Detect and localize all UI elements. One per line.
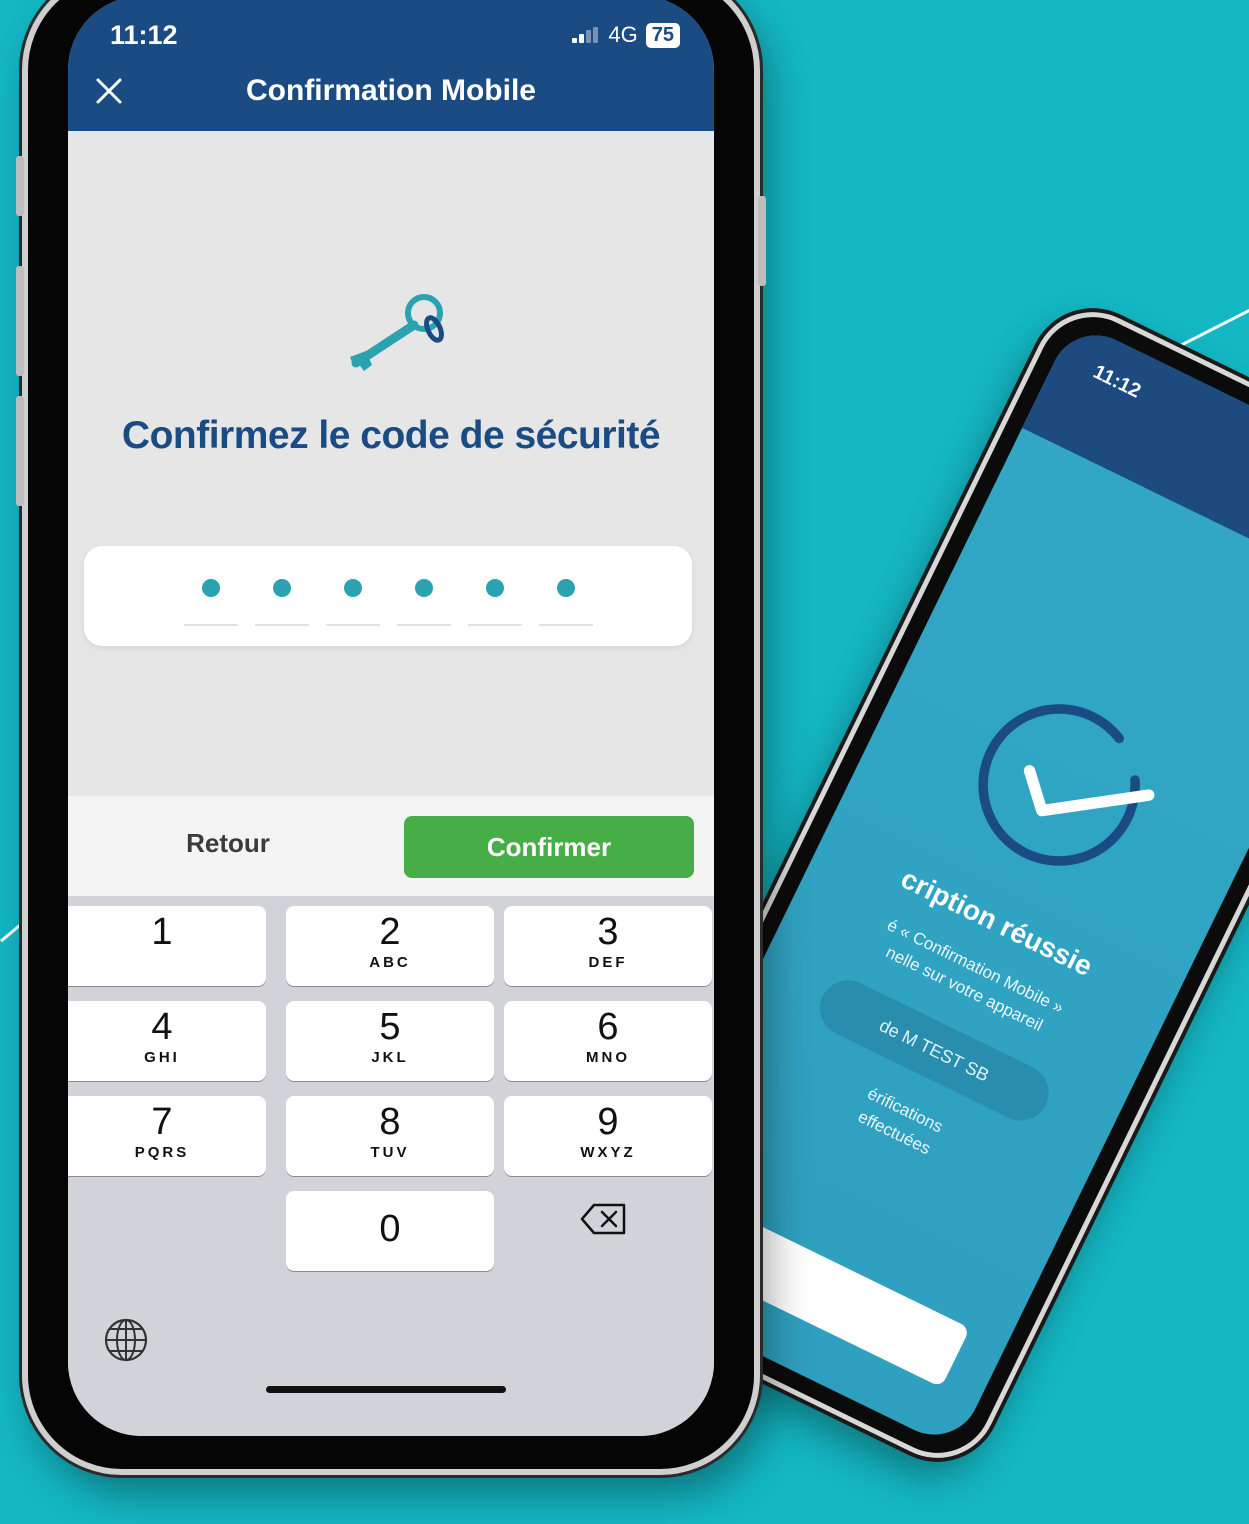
key-7-letters: PQRS <box>134 1144 190 1161</box>
checkmark-circle-icon <box>978 704 1155 866</box>
front-phone: 11:12 4G 75 Confirmation Mobile Confirme… <box>16 0 766 1475</box>
phone-screen: 11:12 4G 75 Confirmation Mobile Confirme… <box>68 0 714 1436</box>
key-4-letters: GHI <box>144 1049 180 1066</box>
key-1[interactable]: 1 <box>68 906 266 986</box>
key-icon <box>350 294 444 371</box>
key-2[interactable]: 2 ABC <box>286 906 494 986</box>
key-0-number: 0 <box>379 1208 401 1250</box>
phone-side-button-2 <box>16 266 24 376</box>
key-3-number: 3 <box>597 911 619 953</box>
battery-badge: 75 <box>645 22 680 48</box>
backspace-icon[interactable] <box>580 1201 628 1237</box>
action-bar: Retour Confirmer <box>68 796 714 896</box>
code-digit-1 <box>184 546 238 646</box>
security-code-field[interactable] <box>84 546 692 646</box>
status-indicators: 4G 75 <box>572 22 680 48</box>
key-9-number: 9 <box>597 1101 619 1143</box>
code-digit-3 <box>326 546 380 646</box>
confirm-button[interactable]: Confirmer <box>404 816 694 878</box>
phone-side-button-1 <box>16 156 24 216</box>
phone-side-button-3 <box>16 396 24 506</box>
numeric-keypad: 1 2 ABC 3 DEF 4 GHI 5 JKL 6 MNO 7 PQRS 8 TUV 9W… <box>68 896 714 1436</box>
globe-icon[interactable] <box>102 1316 150 1364</box>
key-1-number: 1 <box>151 911 173 953</box>
key-5-number: 5 <box>379 1006 401 1048</box>
key-5[interactable]: 5 JKL <box>286 1001 494 1081</box>
key-7-number: 7 <box>151 1101 173 1143</box>
key-8-number: 8 <box>379 1101 401 1143</box>
signal-icon <box>572 27 600 43</box>
code-digit-2 <box>255 546 309 646</box>
key-2-letters: ABC <box>369 954 411 971</box>
key-6-letters: MNO <box>586 1049 630 1066</box>
phone-power-button <box>758 196 766 286</box>
key-6-number: 6 <box>597 1006 619 1048</box>
key-0[interactable]: 0 <box>286 1191 494 1271</box>
back-phone-header <box>1022 319 1249 598</box>
key-7[interactable]: 7 PQRS <box>68 1096 266 1176</box>
code-digit-4 <box>397 546 451 646</box>
app-header: 11:12 4G 75 Confirmation Mobile <box>68 0 714 131</box>
page-title: Confirmez le code de sécurité <box>121 414 661 457</box>
key-8[interactable]: 8 TUV <box>286 1096 494 1176</box>
key-2-number: 2 <box>379 911 401 953</box>
key-6[interactable]: 6 MNO <box>504 1001 712 1081</box>
header-title: Confirmation Mobile <box>246 74 536 107</box>
home-indicator <box>266 1386 506 1393</box>
code-digit-6 <box>539 546 593 646</box>
key-4[interactable]: 4 GHI <box>68 1001 266 1081</box>
network-label: 4G <box>608 22 638 47</box>
status-time: 11:12 <box>110 20 178 50</box>
back-button[interactable]: Retour <box>138 828 318 859</box>
key-8-letters: TUV <box>370 1144 410 1161</box>
key-3[interactable]: 3 DEF <box>504 906 712 986</box>
key-5-letters: JKL <box>371 1049 409 1066</box>
key-3-letters: DEF <box>588 954 628 971</box>
key-9-letters: WXYZ <box>580 1144 636 1161</box>
key-4-number: 4 <box>151 1006 173 1048</box>
code-digit-5 <box>468 546 522 646</box>
key-9[interactable]: 9 WXYZ <box>504 1096 712 1176</box>
